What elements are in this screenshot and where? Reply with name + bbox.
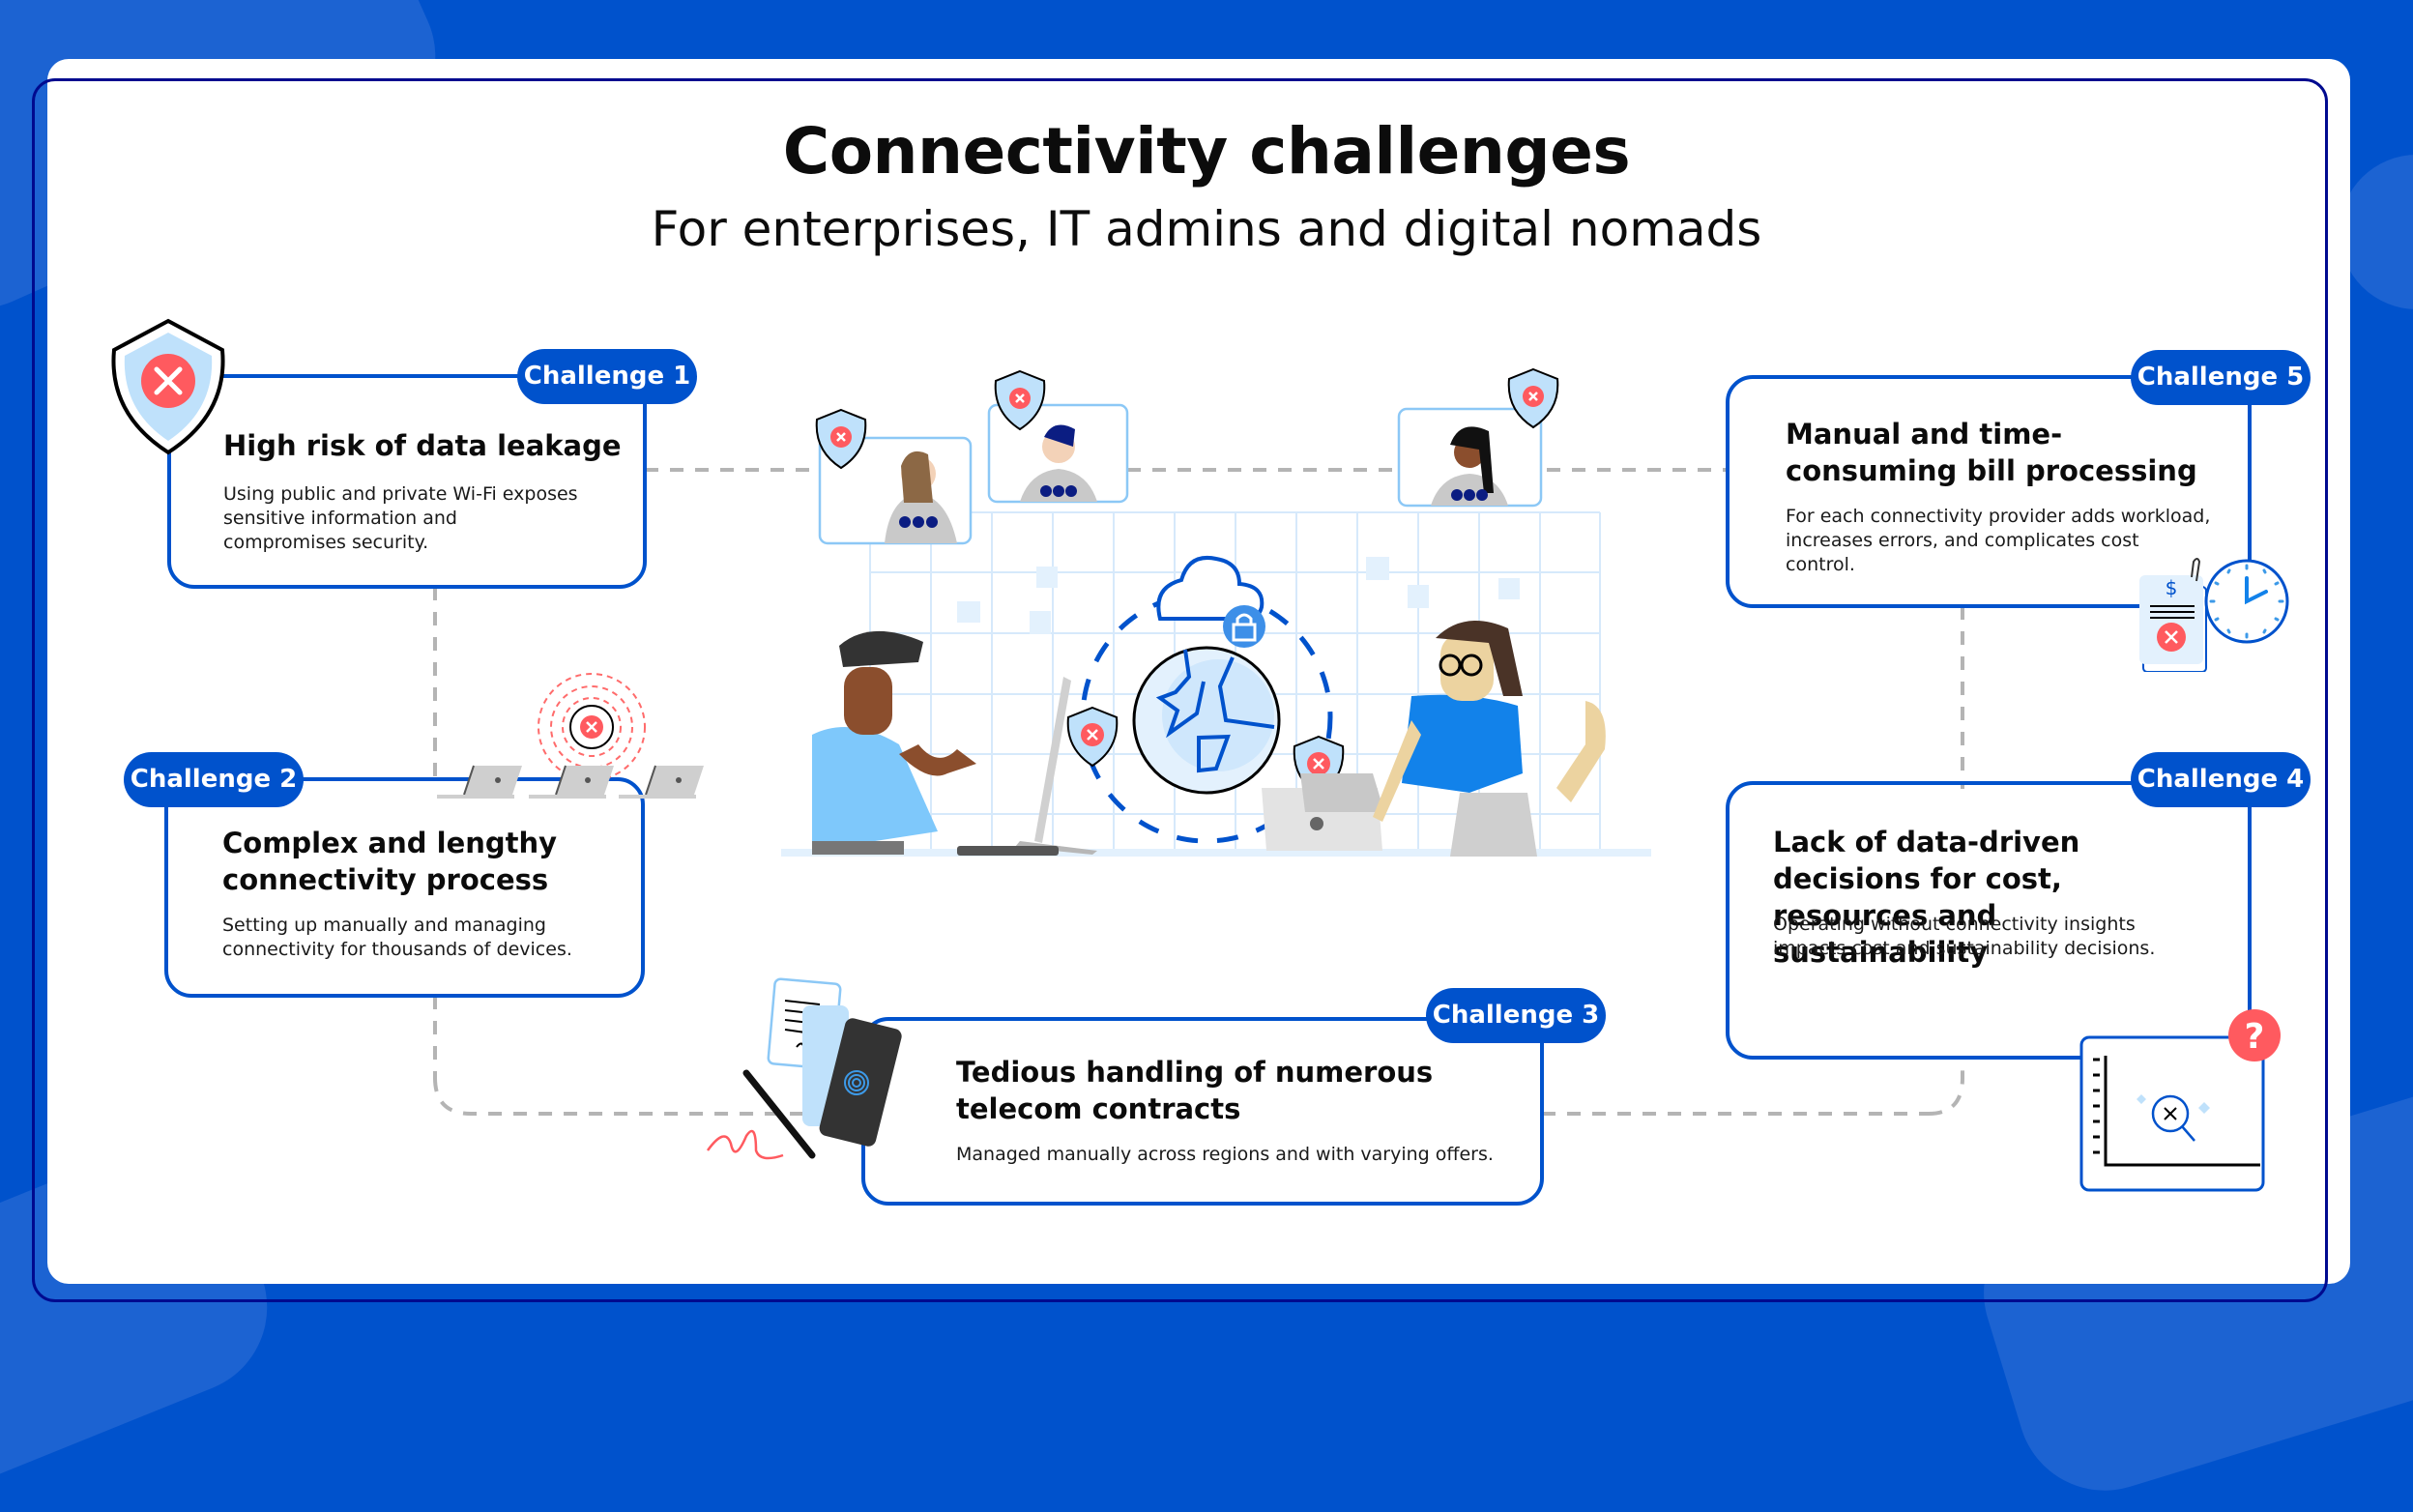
challenge-badge-5: Challenge 5 [2131, 350, 2311, 405]
challenge-badge-1: Challenge 1 [517, 349, 697, 404]
laptop-icon [619, 765, 704, 799]
shield-alert-icon [1066, 706, 1119, 768]
challenge-description-3: Managed manually across regions and with… [956, 1144, 1494, 1165]
bill-icon: $ [2139, 558, 2207, 672]
video-call-frames [815, 367, 1559, 545]
challenge-card-1 [167, 374, 647, 589]
challenge-description-2: Setting up manually and managing connect… [222, 915, 572, 960]
challenge-badge-2: Challenge 2 [124, 752, 304, 807]
challenge-title-5: Manual and time-consuming bill processin… [1786, 418, 2197, 487]
contract-phone-icon [706, 977, 902, 1160]
bill-clock-icon: $ [2139, 558, 2289, 672]
laptops-signal-alert-icon [437, 673, 704, 799]
person-with-monitor [812, 630, 1097, 856]
challenge-description-4: Operating without connectivity insights … [1773, 914, 2156, 959]
challenge-title-3: Tedious handling of numerous telecom con… [956, 1056, 1434, 1125]
challenge-description-1: Using public and private Wi-Fi exposes s… [223, 483, 578, 553]
chart-panel [2079, 1035, 2265, 1192]
challenge-title-1: High risk of data leakage [223, 429, 622, 462]
signature-squiggle [706, 1129, 784, 1160]
chart-search-question-icon: ? [2079, 1009, 2281, 1192]
question-mark: ? [2245, 1017, 2265, 1057]
shield-alert-icon [111, 318, 225, 455]
challenge-badge-4: Challenge 4 [2131, 752, 2311, 807]
lock-icon [1223, 605, 1265, 648]
clock-icon [2204, 559, 2289, 644]
challenge-title-2: Complex and lengthy connectivity process [222, 827, 558, 896]
video-call-frame [1397, 407, 1543, 508]
laptop-icon [529, 765, 614, 799]
dollar-sign: $ [2166, 576, 2178, 599]
laptop-icon [437, 765, 522, 799]
challenge-badge-3: Challenge 3 [1426, 988, 1606, 1043]
